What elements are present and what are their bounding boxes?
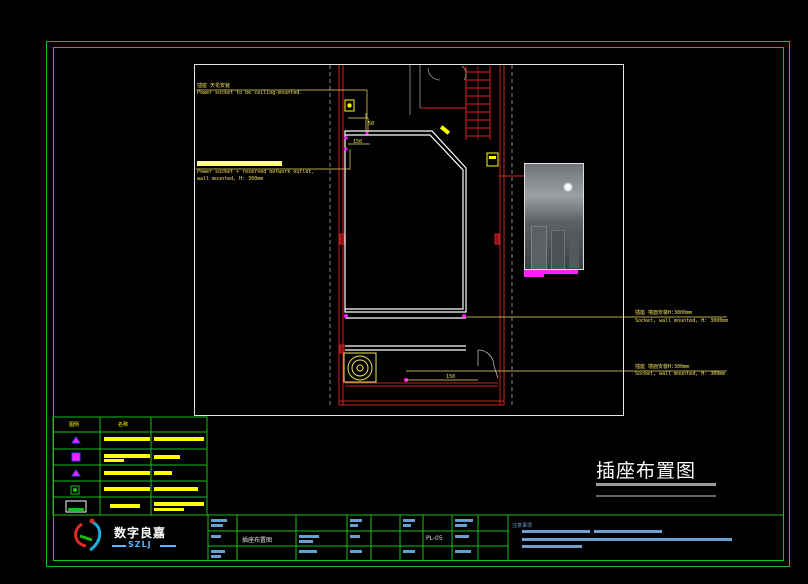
leader-lines <box>196 89 727 372</box>
company-logo-abbr: SZLJ <box>128 540 152 549</box>
socket-h300-label-en: Socket, wall mounted, H: 300mm <box>635 371 726 377</box>
legend-header-icon: 图例 <box>69 422 80 428</box>
dimension-label: 150 <box>353 139 363 145</box>
legend-entries <box>65 436 204 513</box>
room-outline <box>344 130 467 351</box>
drawing-title: 插座布置图 <box>596 460 697 482</box>
title-block-fields <box>211 519 732 558</box>
network-socket-label-2: wall mounted, H: 300mm <box>197 176 264 182</box>
photo-panel <box>551 230 565 269</box>
socket-symbols <box>344 99 499 382</box>
photo-panel <box>569 230 579 268</box>
company-logo-name: 数字良嘉 <box>114 526 167 540</box>
notes-header: 注意事项 <box>512 523 533 529</box>
photo-panel <box>531 226 547 269</box>
legend-table <box>52 416 208 516</box>
socket-h300-label-cn: 插座 墙面安装H:300mm <box>635 364 690 370</box>
fan-unit <box>343 352 377 383</box>
ceiling-light <box>563 182 573 192</box>
dimension-label: 50 <box>368 121 375 127</box>
reference-photo <box>524 163 584 270</box>
dimension-label: 150 <box>446 374 456 380</box>
logo-mark <box>74 518 102 552</box>
stair <box>420 66 491 140</box>
legend-header-name: 名称 <box>118 422 129 428</box>
ceiling-socket-label-cn: 插座 天花安装 <box>197 83 231 89</box>
socket-h3000-label-en: Socket, wall mounted, H: 3000mm <box>635 318 729 324</box>
sheet-number: PL-05 <box>426 535 443 542</box>
walls <box>329 65 513 406</box>
ceiling-socket-label-en: Power socket to be ceiling-mounted. <box>197 90 303 96</box>
socket-h3000-label-cn: 插座 墙面安装H:3000mm <box>635 310 693 316</box>
titleblock-drawing-name: 插座布置图 <box>242 537 273 544</box>
network-socket-label-1: Power socket + reserved network outlet, <box>197 169 315 175</box>
floor-plan-drawing <box>52 65 784 561</box>
